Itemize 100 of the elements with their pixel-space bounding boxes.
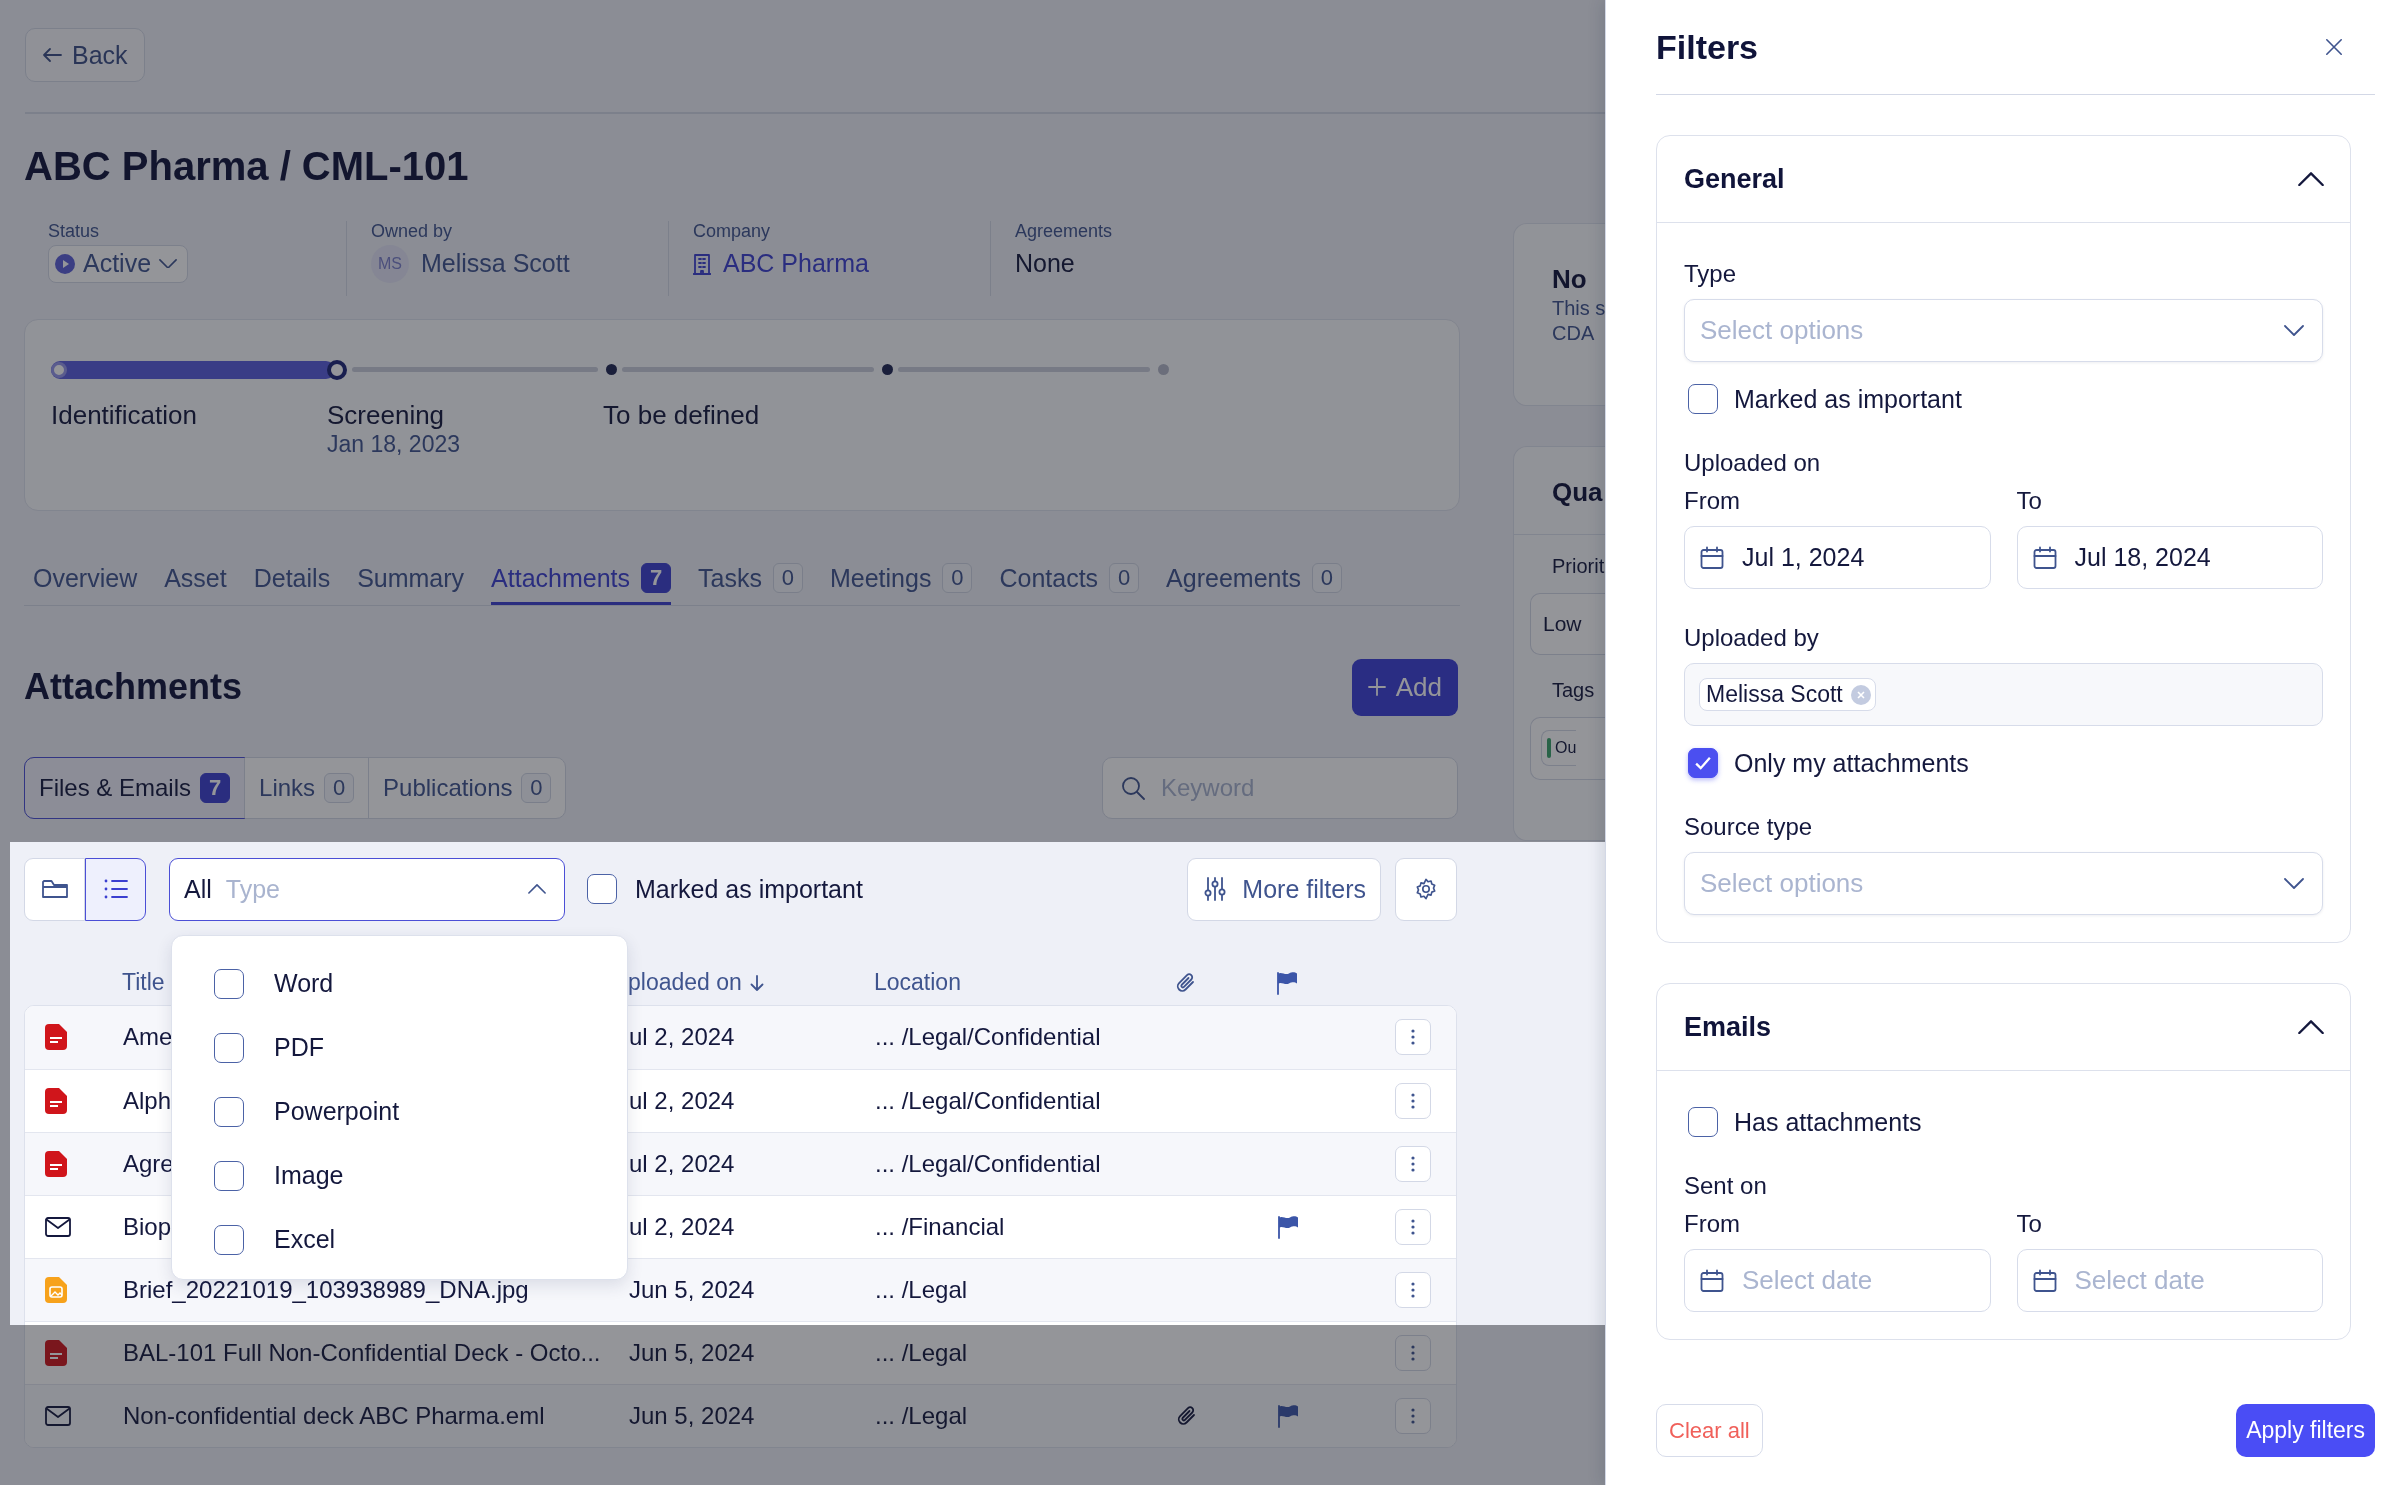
- envelope-icon: [45, 1216, 71, 1237]
- option-label[interactable]: Image: [274, 1161, 344, 1190]
- apply-filters-button[interactable]: Apply filters: [2236, 1404, 2375, 1457]
- settings-icon: [1415, 878, 1437, 900]
- panel-title: Filters: [1656, 27, 1759, 67]
- file-title[interactable]: BAL-101 Full Non-Confidential Deck - Octo...: [123, 1338, 629, 1367]
- card-title: No: [1552, 262, 1588, 296]
- tab[interactable]: Overview: [33, 554, 138, 605]
- checkbox[interactable]: [1688, 384, 1718, 414]
- checkbox[interactable]: [214, 1032, 244, 1063]
- card-title: Qua: [1552, 475, 1604, 509]
- type-select[interactable]: All Type: [169, 857, 565, 921]
- checkbox[interactable]: [1688, 748, 1718, 778]
- tags-field[interactable]: Melissa Scott: [1684, 663, 2323, 726]
- tab[interactable]: Tasks 0: [698, 554, 803, 605]
- option-label[interactable]: Word: [274, 969, 334, 998]
- option-label[interactable]: PDF: [274, 1033, 324, 1062]
- column-header[interactable]: Location: [874, 969, 1136, 996]
- count-badge: 0: [1109, 563, 1140, 593]
- location-cell-text: ... /Legal/Confidential: [875, 1023, 1102, 1051]
- pdf-file-icon: [45, 1024, 67, 1050]
- tab[interactable]: Attachments 7: [491, 554, 672, 605]
- field-label: Uploaded on: [1684, 450, 1822, 476]
- checkbox-label: Only my attachments: [1734, 748, 1969, 778]
- checkbox[interactable]: [214, 1096, 244, 1127]
- company-link[interactable]: ABC Pharma: [723, 249, 869, 278]
- agreements-value: None: [1015, 249, 1075, 278]
- date-cell-text: ul 2, 2024: [629, 1023, 736, 1051]
- checkbox[interactable]: [214, 968, 244, 999]
- chevron-up-icon: [528, 884, 546, 894]
- clear-all-button[interactable]: Clear all: [1656, 1404, 1763, 1457]
- card-text: This s: [1552, 295, 1605, 321]
- pdf-file-icon: [45, 1150, 67, 1177]
- checkbox[interactable]: [587, 874, 617, 904]
- tab[interactable]: Contacts 0: [999, 554, 1140, 605]
- plus-icon: [1367, 678, 1386, 696]
- tab[interactable]: Asset: [164, 554, 227, 605]
- settings-button[interactable]: [1395, 857, 1457, 921]
- date-cell-text: ul 2, 2024: [629, 1149, 736, 1178]
- count-badge: 0: [324, 772, 355, 803]
- chevron-down-icon: [2284, 878, 2304, 889]
- option-label[interactable]: Powerpoint: [274, 1097, 400, 1126]
- more-filters-button[interactable]: More filters: [1187, 857, 1381, 921]
- tab[interactable]: Details: [253, 554, 331, 605]
- count-badge: 0: [942, 563, 973, 593]
- search-icon: [1121, 775, 1145, 800]
- field-label: To: [2016, 488, 2043, 514]
- count-badge: 7: [641, 563, 672, 593]
- tab[interactable]: Agreements 0: [1166, 554, 1342, 605]
- pdf-file-icon: [45, 1087, 67, 1114]
- segment-tab[interactable]: Files & Emails 7: [25, 757, 245, 818]
- owner-name: Melissa Scott: [421, 249, 570, 278]
- chevron-down-icon: [2284, 325, 2304, 336]
- date-cell-text: Jun 5, 2024: [629, 1338, 756, 1367]
- date-cell-text: ul 2, 2024: [629, 1212, 736, 1241]
- field-label: Sent on: [1684, 1173, 1768, 1199]
- building-icon: [693, 252, 711, 275]
- more-icon: [1411, 1029, 1415, 1045]
- field-label: Source type: [1684, 814, 1814, 840]
- checkbox[interactable]: [1688, 1107, 1718, 1137]
- paperclip-icon: [1176, 970, 1196, 995]
- option-label[interactable]: Excel: [274, 1225, 336, 1254]
- tags-field[interactable]: Ou: [1530, 716, 1605, 780]
- date-field[interactable]: Jul 18, 2024: [2016, 526, 2323, 589]
- remove-icon: [1850, 684, 1871, 705]
- date-field[interactable]: Jul 1, 2024: [1684, 526, 1991, 589]
- location-cell-text: ... /Legal: [875, 1401, 969, 1430]
- more-icon: [1411, 1092, 1415, 1109]
- checkbox[interactable]: [214, 1160, 244, 1191]
- count-badge: 0: [521, 772, 552, 803]
- sort-arrow-icon: [749, 974, 764, 991]
- count-badge: 0: [1311, 563, 1342, 593]
- view-toggle-button[interactable]: [85, 857, 146, 921]
- section-title: Emails: [1684, 1011, 1772, 1043]
- field-label: To: [2016, 1211, 2043, 1237]
- pdf-file-icon: [45, 1339, 67, 1366]
- field-label: Agreements: [1015, 220, 1114, 241]
- priority-field[interactable]: Low: [1530, 592, 1605, 655]
- segment-tab[interactable]: Publications 0: [368, 757, 566, 818]
- checkbox-label: Has attachments: [1734, 1107, 1922, 1137]
- field-label: Uploaded by: [1684, 625, 1820, 651]
- calendar-icon: [1700, 1268, 1724, 1293]
- file-title[interactable]: Non-confidential deck ABC Pharma.eml: [123, 1401, 629, 1430]
- tab[interactable]: Summary: [357, 554, 465, 605]
- status-dropdown[interactable]: Active: [48, 244, 189, 283]
- tab[interactable]: Meetings 0: [829, 554, 973, 605]
- folder-icon: [41, 879, 68, 899]
- back-button[interactable]: Back: [25, 28, 145, 82]
- tag: Ou: [1541, 730, 1577, 766]
- calendar-icon: [2032, 1268, 2057, 1293]
- location-cell-text: ... /Legal: [875, 1338, 969, 1367]
- segment-tab[interactable]: Links 0: [244, 757, 369, 818]
- column-header[interactable]: ploaded on: [628, 969, 742, 996]
- card-text: CDA: [1552, 320, 1596, 346]
- file-title[interactable]: Brief_20221019_103938989_DNA.jpg: [123, 1275, 629, 1304]
- add-button[interactable]: Add: [1351, 658, 1458, 716]
- user-chip[interactable]: Melissa Scott: [1699, 678, 1876, 711]
- checkbox[interactable]: [214, 1224, 244, 1255]
- field-label: From: [1684, 1211, 1741, 1237]
- more-icon: [1411, 1407, 1415, 1424]
